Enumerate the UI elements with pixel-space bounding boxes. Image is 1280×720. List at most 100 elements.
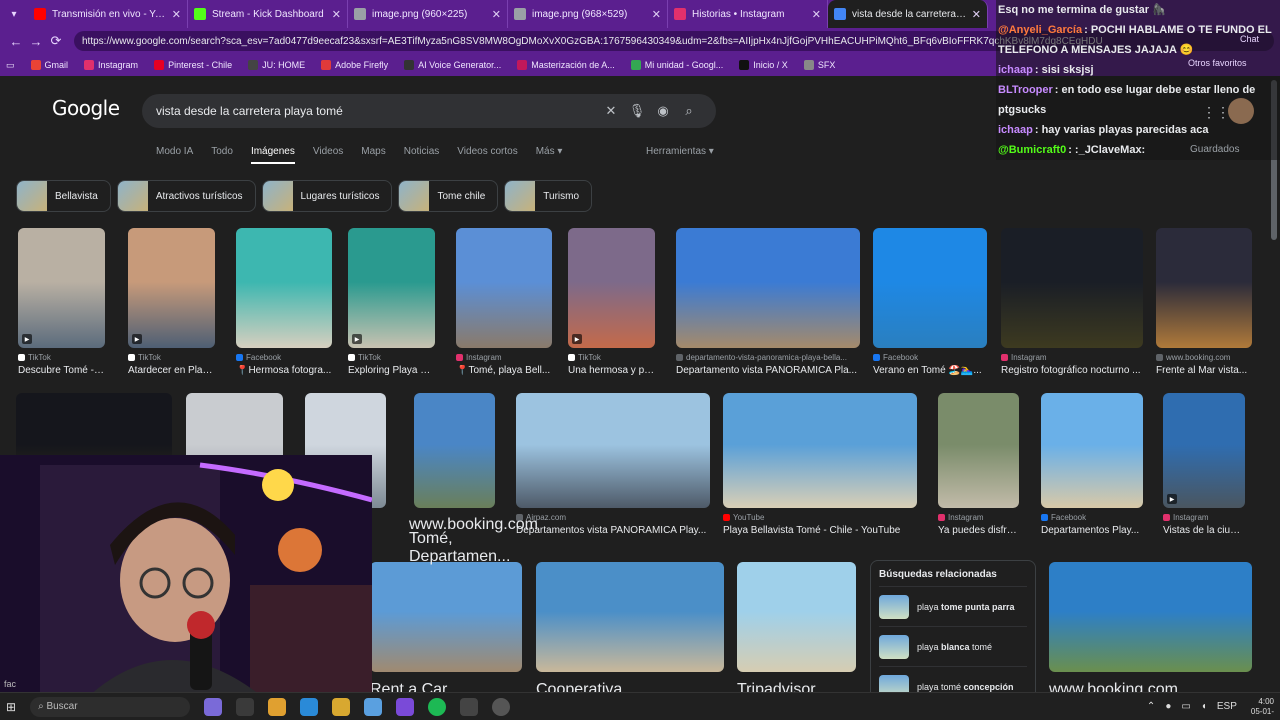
bookmark-item[interactable]: Mi unidad - Googl...	[630, 60, 723, 70]
clock[interactable]: 4:00 05-01-	[1251, 697, 1274, 717]
result-thumbnail[interactable]	[723, 393, 917, 508]
result-source[interactable]: TikTok	[568, 353, 655, 362]
result-thumbnail[interactable]	[414, 393, 495, 508]
search-nav-tab[interactable]: Videos cortos	[457, 146, 517, 164]
apps-grid-icon[interactable]: ⋮⋮	[1202, 104, 1230, 121]
chrome-icon[interactable]	[300, 697, 319, 716]
search-nav-tab[interactable]: Más ▾	[536, 146, 563, 164]
copilot-icon[interactable]	[268, 697, 287, 716]
image-result[interactable]	[536, 562, 724, 672]
result-source[interactable]: Instagram	[456, 353, 552, 362]
result-thumbnail[interactable]: ▶	[1163, 393, 1245, 508]
result-title[interactable]: 📍Hermosa fotogra...	[236, 365, 332, 376]
browser-tab[interactable]: vista desde la carretera playa tomé ✕	[828, 0, 988, 28]
chat-username[interactable]: @Anyeli_García	[998, 24, 1082, 36]
result-title[interactable]: Descubre Tomé - ...	[18, 365, 105, 376]
image-result[interactable]: ▶ TikTok Atardecer en Playa...	[128, 228, 215, 376]
bookmark-item[interactable]: Gmail	[30, 60, 68, 70]
otros-favoritos[interactable]: Otros favoritos	[1188, 58, 1247, 68]
result-thumbnail[interactable]	[676, 228, 860, 348]
explorer-icon[interactable]	[332, 697, 351, 716]
image-result[interactable]	[1049, 562, 1252, 672]
bookmark-item[interactable]: Adobe Firefly	[321, 60, 388, 70]
result-thumbnail[interactable]	[456, 228, 552, 348]
related-search-item[interactable]: playa tome punta parra	[879, 586, 1027, 626]
result-source[interactable]: Instagram	[1001, 353, 1143, 362]
tab-search-icon[interactable]: ▾	[0, 0, 28, 28]
result-thumbnail[interactable]	[536, 562, 724, 672]
image-result[interactable]: Instagram Registro fotográfico nocturno .…	[1001, 228, 1143, 376]
task-view-icon[interactable]	[236, 697, 255, 716]
result-source[interactable]: Cooperativa	[536, 681, 622, 692]
result-thumbnail[interactable]	[1001, 228, 1143, 348]
bookmark-item[interactable]: Inicio / X	[739, 60, 788, 70]
result-source[interactable]: YouTube	[723, 513, 917, 522]
result-title[interactable]: 📍Tomé, playa Bell...	[456, 365, 552, 376]
clear-icon[interactable]: ✕	[598, 103, 624, 119]
result-source[interactable]: Instagram	[1163, 513, 1245, 522]
related-search-item[interactable]: playa blanca tomé	[879, 626, 1027, 666]
tray-chevron-icon[interactable]: ⌃	[1147, 701, 1155, 712]
search-icon[interactable]: ⌕	[676, 103, 702, 119]
search-query[interactable]: vista desde la carretera playa tomé	[156, 104, 598, 118]
store-icon[interactable]	[364, 697, 383, 716]
chat-username[interactable]: ichaap	[998, 124, 1033, 136]
image-result[interactable]: Facebook 📍Hermosa fotogra...	[236, 228, 332, 376]
browser-tab[interactable]: Transmisión en vivo - YouTube St ✕	[28, 0, 188, 28]
result-thumbnail[interactable]	[1049, 562, 1252, 672]
result-source[interactable]: Facebook	[1041, 513, 1143, 522]
result-title[interactable]: Exploring Playa Be...	[348, 365, 435, 376]
image-result[interactable]: Airpaz.com Departamentos vista PANORAMICA…	[516, 393, 710, 536]
tab-close-icon[interactable]: ✕	[332, 8, 341, 21]
bookmark-item[interactable]: Pinterest - Chile	[154, 60, 232, 70]
result-thumbnail[interactable]: ▶	[348, 228, 435, 348]
refinement-chip[interactable]: Atractivos turísticos	[116, 180, 256, 212]
refinement-chip[interactable]: Tome chile	[398, 180, 499, 212]
image-result[interactable]: Facebook Verano en Tomé 🏖️🏊‍♀️...	[873, 228, 987, 376]
result-title[interactable]: Una hermosa y po...	[568, 365, 655, 376]
image-result[interactable]: www.booking.com Frente al Mar vista...	[1156, 228, 1252, 376]
saved-link[interactable]: Guardados	[1190, 144, 1239, 155]
tools-button[interactable]: Herramientas ▾	[646, 146, 714, 157]
result-source[interactable]: departamento-vista-panoramica-playa-bell…	[676, 353, 860, 362]
image-result[interactable]	[370, 562, 522, 672]
result-title[interactable]: Departamento vista PANORAMICA Pla...	[676, 365, 860, 376]
result-source[interactable]: Facebook	[236, 353, 332, 362]
bookmark-item[interactable]: Masterización de A...	[517, 60, 615, 70]
result-source[interactable]: www.booking.com	[409, 516, 538, 534]
result-source[interactable]: Tripadvisor	[737, 681, 816, 692]
refinement-chip[interactable]: Bellavista	[16, 180, 111, 212]
result-source[interactable]: www.booking.com	[1156, 353, 1252, 362]
result-thumbnail[interactable]	[516, 393, 710, 508]
result-title[interactable]: Atardecer en Playa...	[128, 365, 215, 376]
mic-tray-icon[interactable]: ●	[1165, 701, 1171, 712]
image-result[interactable]: ▶ Instagram Vistas de la ciudad...	[1163, 393, 1245, 536]
discord-icon[interactable]	[396, 697, 415, 716]
result-title[interactable]: Departamentos Play...	[1041, 525, 1143, 536]
result-source[interactable]: TikTok	[128, 353, 215, 362]
forward-icon[interactable]: →	[26, 34, 46, 49]
result-source[interactable]: Instagram	[938, 513, 1019, 522]
mic-icon[interactable]: 🎙	[624, 103, 650, 119]
search-box[interactable]: vista desde la carretera playa tomé ✕ 🎙 …	[142, 94, 716, 128]
related-search-item[interactable]: playa tomé concepción	[879, 666, 1027, 692]
result-title[interactable]: Playa Bellavista Tomé - Chile - YouTube	[723, 525, 917, 536]
image-result[interactable]: ▶ TikTok Exploring Playa Be...	[348, 228, 435, 376]
result-thumbnail[interactable]	[370, 562, 522, 672]
chat-username[interactable]: ichaap	[998, 64, 1033, 76]
tab-close-icon[interactable]: ✕	[492, 8, 501, 21]
image-result[interactable]	[414, 393, 495, 508]
refinement-chip[interactable]: Lugares turísticos	[261, 180, 393, 212]
result-title[interactable]: Registro fotográfico nocturno ...	[1001, 365, 1143, 376]
image-result[interactable]: Instagram 📍Tomé, playa Bell...	[456, 228, 552, 376]
result-thumbnail[interactable]	[938, 393, 1019, 508]
result-thumbnail[interactable]: ▶	[568, 228, 655, 348]
account-avatar[interactable]	[1228, 98, 1254, 124]
browser-tab[interactable]: Stream - Kick Dashboard ✕	[188, 0, 348, 28]
chat-username[interactable]: @Bumicraft0	[998, 144, 1066, 156]
tab-close-icon[interactable]: ✕	[972, 8, 981, 21]
result-source[interactable]: Rent a Car	[370, 681, 447, 692]
page-scrollbar[interactable]	[1268, 76, 1280, 692]
start-icon[interactable]: ⊞	[6, 700, 16, 714]
result-thumbnail[interactable]: ▶	[128, 228, 215, 348]
